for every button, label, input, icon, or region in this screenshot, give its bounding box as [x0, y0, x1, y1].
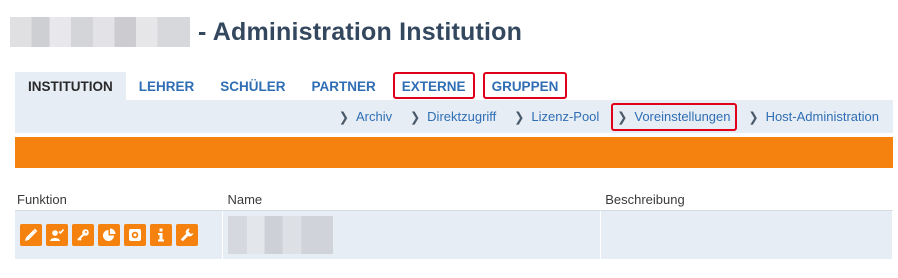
- subnav-direktzugriff[interactable]: ❯ Direktzugriff: [410, 109, 496, 124]
- key-icon[interactable]: [72, 223, 94, 246]
- column-header-name: Name: [222, 188, 601, 211]
- highlight-box: [611, 103, 737, 131]
- subnav-label: Direktzugriff: [427, 109, 497, 124]
- subnav-label: Lizenz-Pool: [531, 109, 600, 124]
- highlight-box: [482, 72, 568, 99]
- column-header-function: Funktion: [15, 188, 223, 211]
- tab-institution[interactable]: INSTITUTION: [15, 72, 126, 100]
- table-header-row: Funktion Name Beschreibung: [15, 188, 893, 211]
- institution-table: Funktion Name Beschreibung: [15, 188, 893, 259]
- tab-gruppen[interactable]: GRUPPEN: [479, 72, 572, 100]
- chevron-right-icon: ❯: [410, 108, 421, 125]
- pencil-icon[interactable]: [20, 223, 42, 246]
- target-icon[interactable]: [124, 223, 146, 246]
- subnav-host-administration[interactable]: ❯ Host-Administration: [749, 109, 880, 124]
- info-icon[interactable]: [150, 223, 172, 246]
- table-row: [15, 210, 893, 259]
- tab-label: SCHÜLER: [220, 78, 286, 94]
- subnav-voreinstellungen[interactable]: ❯ Voreinstellungen: [611, 103, 737, 131]
- page-title: - Administration Institution: [198, 17, 523, 46]
- redacted-institution-name: [10, 17, 190, 47]
- subnav-archiv[interactable]: ❯ Archiv: [339, 109, 392, 124]
- name-cell: [222, 210, 602, 259]
- tab-partner[interactable]: PARTNER: [299, 72, 389, 100]
- main-tabs: INSTITUTION LEHRER SCHÜLER PARTNER EXTER…: [15, 72, 571, 100]
- tab-lehrer[interactable]: LEHRER: [126, 72, 208, 100]
- highlight-box: [392, 72, 475, 99]
- chevron-right-icon: ❯: [338, 108, 349, 125]
- description-cell: [600, 210, 893, 259]
- tab-label: INSTITUTION: [28, 78, 113, 94]
- tab-label: PARTNER: [311, 78, 376, 94]
- chevron-right-icon: ❯: [748, 108, 759, 125]
- column-header-description: Beschreibung: [600, 188, 893, 211]
- pie-chart-icon[interactable]: [98, 223, 120, 246]
- chevron-right-icon: ❯: [617, 108, 628, 125]
- subnav-lizenz-pool[interactable]: ❯ Lizenz-Pool: [514, 109, 599, 124]
- redacted-name: [228, 215, 334, 254]
- tab-label: LEHRER: [138, 78, 195, 94]
- sub-navigation: ❯ Archiv ❯ Direktzugriff ❯ Lizenz-Pool ❯…: [15, 100, 893, 133]
- subnav-label: Host-Administration: [765, 109, 879, 124]
- chevron-right-icon: ❯: [514, 108, 525, 125]
- subnav-label: Archiv: [355, 109, 393, 124]
- user-check-icon[interactable]: [46, 223, 68, 246]
- function-icons: [15, 223, 222, 246]
- orange-toolbar-bar: [15, 137, 893, 168]
- function-cell: [15, 210, 224, 259]
- tab-externe[interactable]: EXTERNE: [389, 72, 479, 100]
- wrench-icon[interactable]: [176, 223, 198, 246]
- tab-schueler[interactable]: SCHÜLER: [207, 72, 298, 100]
- title-row: - Administration Institution: [10, 15, 522, 49]
